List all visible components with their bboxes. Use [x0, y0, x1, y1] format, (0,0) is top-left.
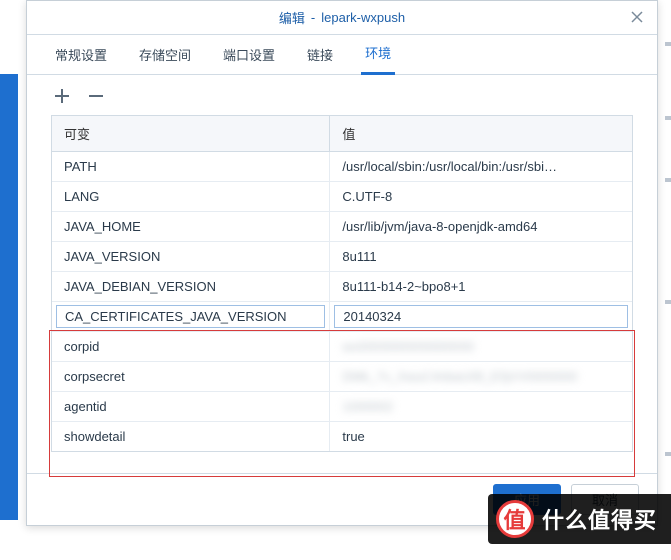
- edge-mark: [665, 300, 671, 304]
- cell-value: 8u111: [330, 242, 632, 271]
- cell-value: 1000002: [330, 392, 632, 421]
- cell-value: wx0000000000000000: [330, 332, 632, 361]
- titlebar: 编辑 - lepark-wxpush: [27, 1, 657, 35]
- dialog-footer: 应用 取消: [27, 473, 657, 525]
- edit-dialog: 编辑 - lepark-wxpush 常规设置存储空间端口设置链接环境 可变 值: [26, 0, 658, 526]
- env-value-input[interactable]: [334, 305, 628, 328]
- table-row[interactable]: corpsecret DMk_7v_XwuC4nbaU0ll_E5jVV00000…: [52, 362, 632, 392]
- cell-key: showdetail: [52, 422, 330, 451]
- backdrop-aside: [0, 74, 18, 520]
- cell-key: JAVA_VERSION: [52, 242, 330, 271]
- table-header: 可变 值: [52, 116, 632, 152]
- cell-value: /usr/local/sbin:/usr/local/bin:/usr/sbi…: [330, 152, 632, 181]
- table-body: PATH/usr/local/sbin:/usr/local/bin:/usr/…: [52, 152, 632, 451]
- title-separator: -: [311, 10, 315, 25]
- env-toolbar: [27, 75, 657, 115]
- edge-mark: [665, 42, 671, 46]
- env-key-input[interactable]: [56, 305, 325, 328]
- cell-value: 8u111-b14-2~bpo8+1: [330, 272, 632, 301]
- cell-value: C.UTF-8: [330, 182, 632, 211]
- dialog-title: 编辑 - lepark-wxpush: [279, 8, 405, 27]
- table-row[interactable]: [52, 302, 632, 332]
- tab-3[interactable]: 链接: [303, 35, 337, 74]
- cell-key: JAVA_DEBIAN_VERSION: [52, 272, 330, 301]
- redacted-value: wx0000000000000000: [342, 339, 474, 354]
- cell-key: agentid: [52, 392, 330, 421]
- apply-button[interactable]: 应用: [493, 484, 561, 515]
- tab-0[interactable]: 常规设置: [51, 35, 111, 74]
- edge-mark: [665, 178, 671, 182]
- cell-key: [52, 302, 330, 331]
- tab-4[interactable]: 环境: [361, 33, 395, 75]
- tab-1[interactable]: 存储空间: [135, 35, 195, 74]
- table-row[interactable]: showdetailtrue: [52, 422, 632, 451]
- cell-key: corpid: [52, 332, 330, 361]
- header-value: 值: [330, 116, 632, 151]
- table-row[interactable]: corpid wx0000000000000000: [52, 332, 632, 362]
- edge-mark: [665, 116, 671, 120]
- title-name: lepark-wxpush: [321, 10, 405, 25]
- cell-value: [330, 302, 632, 331]
- edge-mark: [665, 452, 671, 456]
- tab-2[interactable]: 端口设置: [219, 35, 279, 74]
- cell-key: LANG: [52, 182, 330, 211]
- table-row[interactable]: JAVA_VERSION8u111: [52, 242, 632, 272]
- cell-value: /usr/lib/jvm/java-8-openjdk-amd64: [330, 212, 632, 241]
- redacted-value: 1000002: [342, 399, 393, 414]
- title-prefix: 编辑: [279, 8, 305, 27]
- tab-strip: 常规设置存储空间端口设置链接环境: [27, 35, 657, 75]
- table-row[interactable]: agentid 1000002: [52, 392, 632, 422]
- env-table: 可变 值 PATH/usr/local/sbin:/usr/local/bin:…: [51, 115, 633, 452]
- cell-value: DMk_7v_XwuC4nbaU0ll_E5jVV0000000: [330, 362, 632, 391]
- table-row[interactable]: JAVA_DEBIAN_VERSION8u111-b14-2~bpo8+1: [52, 272, 632, 302]
- cell-key: PATH: [52, 152, 330, 181]
- table-row[interactable]: JAVA_HOME/usr/lib/jvm/java-8-openjdk-amd…: [52, 212, 632, 242]
- table-row[interactable]: PATH/usr/local/sbin:/usr/local/bin:/usr/…: [52, 152, 632, 182]
- add-icon[interactable]: [51, 85, 73, 107]
- remove-icon[interactable]: [85, 85, 107, 107]
- cancel-button[interactable]: 取消: [571, 484, 639, 515]
- cell-value: true: [330, 422, 632, 451]
- cell-key: corpsecret: [52, 362, 330, 391]
- cell-key: JAVA_HOME: [52, 212, 330, 241]
- header-key: 可变: [52, 116, 330, 151]
- table-row[interactable]: LANGC.UTF-8: [52, 182, 632, 212]
- redacted-value: DMk_7v_XwuC4nbaU0ll_E5jVV0000000: [342, 369, 577, 384]
- close-icon[interactable]: [629, 9, 645, 25]
